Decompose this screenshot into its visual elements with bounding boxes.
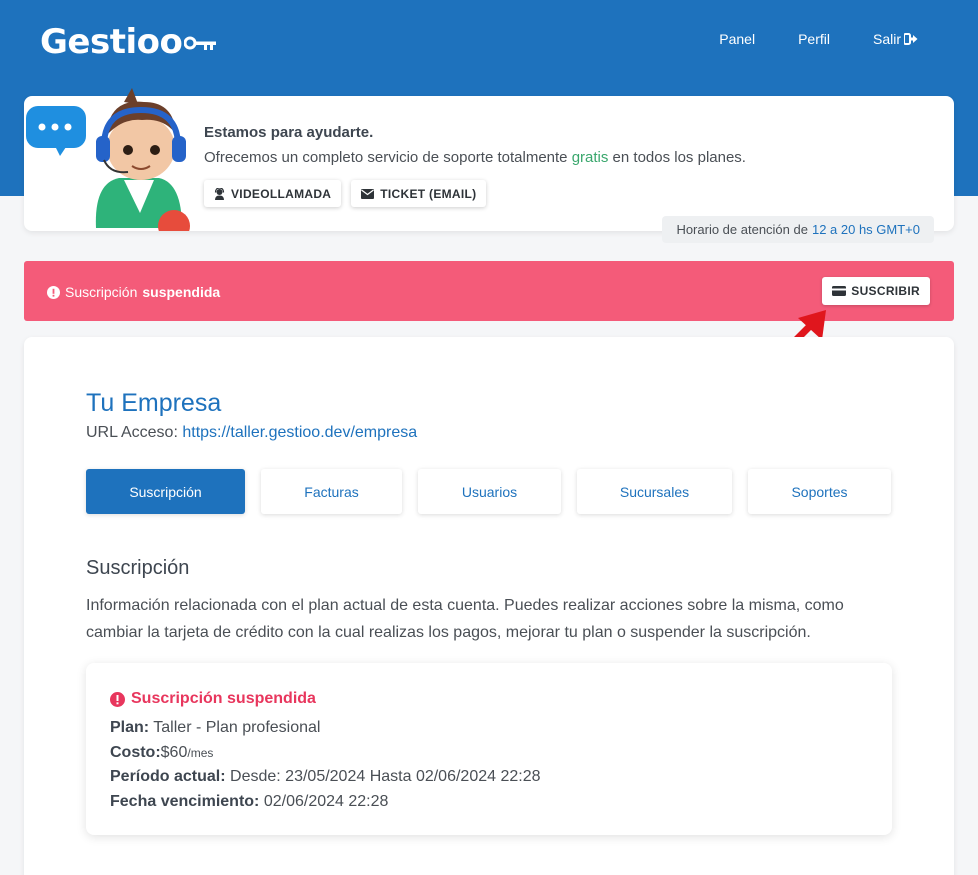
credit-card-icon (832, 286, 847, 296)
subscription-details: Plan: Taller - Plan profesional Costo:$6… (110, 716, 541, 814)
company-tabs: Suscripción Facturas Usuarios Sucursales… (86, 469, 907, 514)
videocall-label: VIDEOLLAMADA (231, 186, 332, 201)
support-card: Estamos para ayudarte. Ofrecemos un comp… (24, 88, 954, 243)
ticket-email-label: TICKET (EMAIL) (380, 186, 477, 201)
support-desc-text: Ofrecemos un completo servicio de soport… (204, 149, 568, 166)
support-title: Estamos para ayudarte. (204, 124, 374, 141)
alert-prefix: Suscripción (65, 284, 138, 300)
subscription-status: Suscripción suspendida (110, 690, 316, 708)
company-name: Tu Empresa (86, 389, 222, 417)
cost-row: Costo:$60/mes (110, 741, 541, 766)
tab-suscripcion[interactable]: Suscripción (86, 469, 245, 514)
subscription-status-text: Suscripción suspendida (131, 690, 316, 707)
cost-period: /mes (187, 745, 214, 760)
support-buttons: VIDEOLLAMADA TICKET (EMAIL) (204, 180, 487, 207)
nav-logout-link[interactable]: Salir (873, 31, 918, 47)
exclamation-circle-icon (110, 691, 125, 707)
nav-panel-link[interactable]: Panel (719, 31, 755, 47)
support-desc-highlight: gratis (571, 149, 609, 166)
alert-status: suspendida (142, 284, 221, 300)
support-description: Ofrecemos un completo servicio de soport… (204, 149, 746, 166)
alert-message: Suscripción suspendida (47, 284, 220, 300)
tab-facturas[interactable]: Facturas (261, 469, 402, 514)
due-date-label: Fecha vencimiento: (110, 792, 260, 810)
cost-value: $60 (160, 743, 188, 761)
main-nav: Panel Perfil Salir (676, 31, 918, 47)
section-description: Información relacionada con el plan actu… (86, 592, 886, 646)
cost-label: Costo: (110, 743, 161, 761)
period-value: Desde: 23/05/2024 Hasta 02/06/2024 22:28 (230, 768, 541, 785)
tab-usuarios[interactable]: Usuarios (418, 469, 561, 514)
sign-out-icon (904, 33, 918, 45)
plan-value: Taller - Plan profesional (153, 719, 321, 736)
subscribe-button[interactable]: SUSCRIBIR (822, 277, 930, 305)
subscribe-label: SUSCRIBIR (851, 284, 920, 298)
key-icon (184, 36, 217, 50)
support-hours: Horario de atención de 12 a 20 hs GMT+0 (662, 216, 934, 243)
company-card: Tu Empresa URL Acceso: https://taller.ge… (24, 337, 954, 875)
section-title: Suscripción (86, 557, 190, 579)
plan-row: Plan: Taller - Plan profesional (110, 716, 541, 741)
headset-user-icon (214, 187, 225, 200)
hours-value: 12 a 20 hs GMT+0 (811, 222, 920, 237)
envelope-icon (361, 188, 375, 199)
access-url-line: URL Acceso: https://taller.gestioo.dev/e… (86, 424, 417, 442)
due-date-row: Fecha vencimiento: 02/06/2024 22:28 (110, 790, 541, 815)
exclamation-circle-icon (47, 285, 60, 299)
due-date-value: 02/06/2024 22:28 (263, 792, 389, 810)
access-url-link[interactable]: https://taller.gestioo.dev/empresa (182, 424, 417, 441)
tab-sucursales[interactable]: Sucursales (577, 469, 732, 514)
section-desc-line2: cambiar la tarjeta de crédito con la cua… (86, 624, 811, 641)
ticket-email-button[interactable]: TICKET (EMAIL) (351, 180, 487, 207)
section-desc-line1: Información relacionada con el plan actu… (86, 597, 844, 614)
period-row: Período actual: Desde: 23/05/2024 Hasta … (110, 765, 541, 790)
access-url-label: URL Acceso: (86, 424, 178, 441)
nav-profile-link[interactable]: Perfil (798, 31, 830, 47)
tab-soportes[interactable]: Soportes (748, 469, 891, 514)
logo-text: Gestioo (40, 22, 183, 62)
support-mascot-illustration (26, 88, 190, 231)
hours-label: Horario de atención de (676, 222, 808, 237)
logout-label: Salir (872, 31, 901, 47)
support-desc-end: en todos los planes. (612, 149, 746, 166)
logo[interactable]: Gestioo (40, 22, 218, 62)
subscription-info-box: Suscripción suspendida Plan: Taller - Pl… (86, 663, 892, 835)
period-label: Período actual: (110, 768, 226, 785)
videocall-button[interactable]: VIDEOLLAMADA (204, 180, 342, 207)
plan-label: Plan: (110, 719, 150, 736)
